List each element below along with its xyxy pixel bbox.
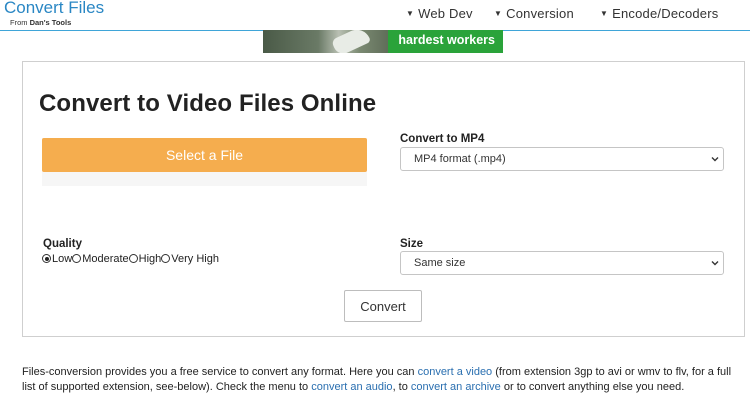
logo-sub-brand: Dan's Tools (29, 18, 72, 27)
nav-item-web-dev[interactable]: ▼ Web Dev (406, 6, 473, 21)
ad-banner[interactable]: hardest workers (263, 30, 503, 53)
caret-down-icon: ▼ (600, 9, 609, 18)
converter-panel: Convert to Video Files Online Select a F… (22, 61, 745, 337)
ad-shoe-image (330, 30, 372, 53)
format-select[interactable]: MP4 format (.mp4) (400, 147, 724, 171)
nav-label: Web Dev (418, 6, 473, 21)
ad-text: hardest workers (398, 33, 495, 47)
description-part: , to (392, 381, 411, 393)
caret-down-icon: ▼ (494, 9, 503, 18)
site-logo[interactable]: Convert Files From Dan's Tools (4, 0, 104, 27)
radio-button[interactable] (72, 254, 82, 263)
description-part: or to convert anything else you need. (500, 381, 685, 393)
quality-option-very-high[interactable]: Very High (161, 253, 219, 265)
convert-audio-link[interactable]: convert an audio (311, 381, 392, 393)
logo-title: Convert Files (4, 0, 105, 17)
select-file-button[interactable]: Select a File (42, 138, 367, 172)
nav-label: Encode/Decoders (612, 6, 719, 21)
size-select[interactable]: Same size (400, 251, 724, 275)
quality-option-high[interactable]: High (128, 253, 162, 265)
size-label: Size (400, 238, 424, 250)
radio-label: High (138, 253, 162, 265)
ad-text-panel: hardest workers (388, 30, 503, 53)
radio-button[interactable] (128, 254, 138, 263)
site-header: Convert Files From Dan's Tools ▼ Web Dev … (0, 0, 750, 31)
quality-option-low[interactable]: Low (42, 253, 72, 265)
nav-item-conversion[interactable]: ▼ Conversion (494, 6, 574, 21)
format-select-value: MP4 format (.mp4) (414, 153, 506, 165)
nav-label: Conversion (506, 6, 574, 21)
caret-down-icon: ▼ (406, 9, 415, 18)
radio-label: Low (52, 253, 73, 265)
radio-label: Very High (171, 253, 219, 265)
page-title: Convert to Video Files Online (39, 90, 377, 117)
convert-to-label: Convert to MP4 (400, 133, 485, 145)
radio-label: Moderate (82, 253, 129, 265)
convert-video-link[interactable]: convert a video (418, 366, 493, 378)
convert-archive-link[interactable]: convert an archive (411, 381, 501, 393)
description-part: Files-conversion provides you a free ser… (22, 366, 418, 378)
logo-subtitle: From Dan's Tools (10, 18, 104, 27)
quality-radio-group: Low Moderate High Very High (42, 253, 219, 265)
chevron-down-icon (711, 261, 719, 266)
ad-photo (263, 30, 401, 53)
file-drop-area: Select a File (42, 138, 367, 186)
logo-sub-prefix: From (10, 18, 30, 27)
quality-option-moderate[interactable]: Moderate (72, 253, 129, 265)
nav-item-encode-decoders[interactable]: ▼ Encode/Decoders (600, 6, 718, 21)
chevron-down-icon (711, 157, 719, 162)
convert-button[interactable]: Convert (344, 290, 422, 322)
radio-button-checked[interactable] (42, 254, 51, 263)
quality-label: Quality (43, 238, 82, 250)
radio-button[interactable] (161, 254, 171, 263)
description-text: Files-conversion provides you a free ser… (22, 365, 747, 395)
size-select-value: Same size (414, 257, 466, 269)
